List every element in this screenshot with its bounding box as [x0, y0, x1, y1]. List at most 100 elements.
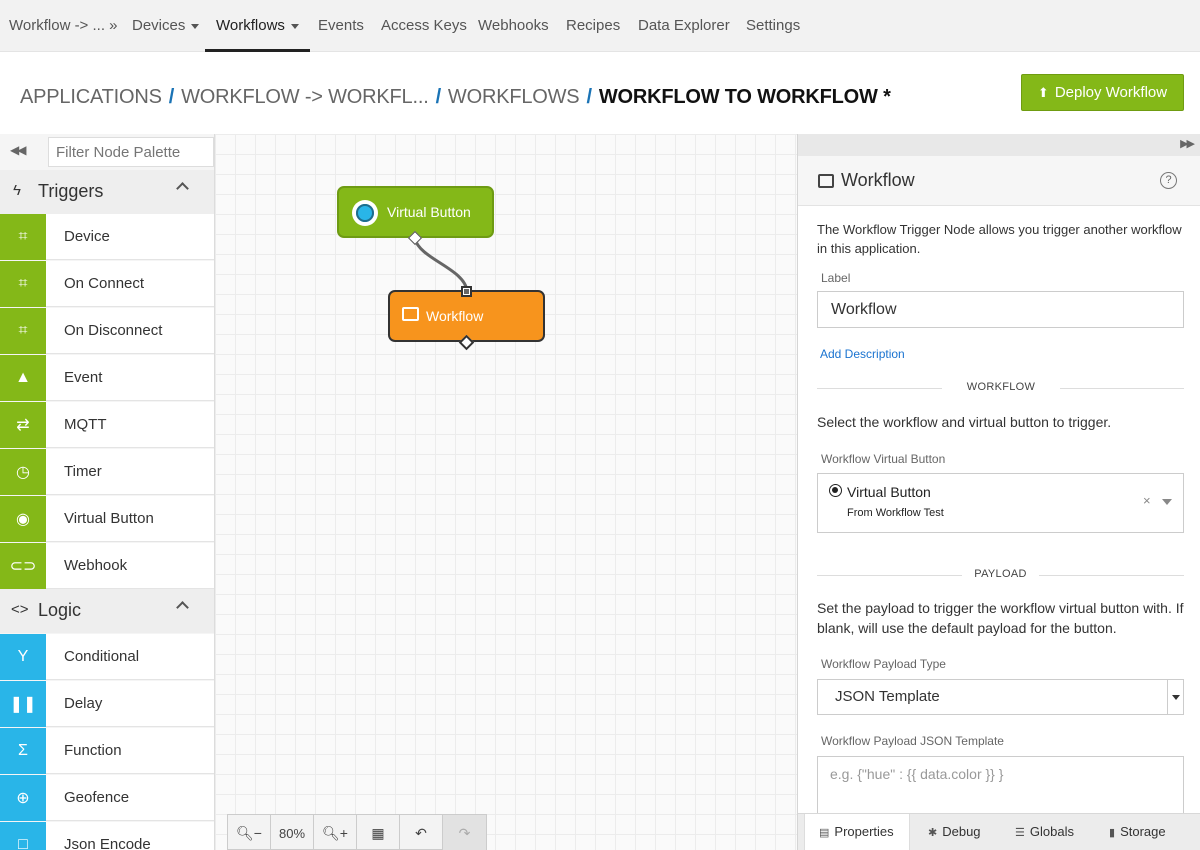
- tab-storage[interactable]: ▮ Storage: [1109, 814, 1166, 850]
- undo-icon[interactable]: ↶: [400, 815, 443, 850]
- palette-item-label: MQTT: [64, 416, 107, 433]
- canvas-toolbar: 🔍︎− 80% 🔍︎+ ▦ ↶ ↷: [227, 814, 487, 850]
- palette-item-label: Geofence: [64, 789, 130, 806]
- nav-item-recipes[interactable]: Recipes: [566, 0, 620, 52]
- palette-item-delay[interactable]: ❚❚ Delay: [0, 681, 214, 727]
- box-icon: □: [0, 822, 46, 850]
- chip-icon: ⌗: [0, 308, 46, 354]
- node-label: Virtual Button: [387, 204, 471, 220]
- grid-icon[interactable]: ▦: [357, 815, 400, 850]
- workflow-canvas[interactable]: Virtual Button Workflow 🔍︎− 80% 🔍︎+ ▦ ↶ …: [215, 134, 797, 850]
- section-title: Logic: [38, 600, 82, 620]
- nav-item-events[interactable]: Events: [318, 0, 364, 52]
- connection-layer: [413, 238, 469, 292]
- tab-properties[interactable]: ▤ Properties: [804, 814, 910, 850]
- upload-icon: ⬆: [1037, 85, 1049, 100]
- chevron-down-icon[interactable]: [1162, 499, 1172, 505]
- tab-label: Globals: [1029, 824, 1074, 839]
- caret-down-icon: [191, 23, 200, 29]
- chevron-up-icon: [176, 601, 189, 614]
- payload-type-field-label: Workflow Payload Type: [821, 657, 946, 671]
- palette-item-on-connect[interactable]: ⌗ On Connect: [0, 261, 214, 307]
- panel-header: Workflow ?: [798, 156, 1200, 206]
- palette-item-timer[interactable]: ◷ Timer: [0, 449, 214, 495]
- section-title: Triggers: [38, 181, 104, 201]
- palette-item-event[interactable]: ▲ Event: [0, 355, 214, 401]
- palette-item-json-encode[interactable]: □ Json Encode: [0, 822, 214, 850]
- add-description-link[interactable]: Add Description: [820, 347, 905, 361]
- breadcrumb-separator: /: [435, 86, 442, 108]
- expand-panel-icon[interactable]: ▶▶: [1180, 137, 1195, 150]
- breadcrumb-application[interactable]: WORKFLOW -> WORKFL...: [181, 86, 429, 108]
- deploy-workflow-button[interactable]: ⬆ Deploy Workflow: [1021, 74, 1184, 111]
- top-nav: Workflow -> ... » Devices Workflows Even…: [0, 0, 1200, 52]
- input-port[interactable]: [461, 286, 472, 297]
- nav-item-webhooks[interactable]: Webhooks: [478, 0, 549, 52]
- palette-item-mqtt[interactable]: ⇄ MQTT: [0, 402, 214, 448]
- radio-dot-icon: ◉: [0, 496, 46, 542]
- palette-item-label: Device: [64, 228, 110, 245]
- node-palette: ◀◀ ϟ Triggers ⌗ Device ⌗ On Connect ⌗ On Di…: [0, 134, 215, 850]
- palette-item-device[interactable]: ⌗ Device: [0, 214, 214, 260]
- section-triggers[interactable]: ϟ Triggers: [0, 170, 214, 214]
- palette-item-geofence[interactable]: ⊕ Geofence: [0, 775, 214, 821]
- selected-workflow-name: From Workflow Test: [847, 507, 944, 519]
- palette-item-label: Webhook: [64, 557, 128, 574]
- page-header: APPLICATIONS / WORKFLOW -> WORKFL... / WORKF…: [0, 52, 1200, 134]
- palette-item-conditional[interactable]: Y Conditional: [0, 634, 214, 680]
- properties-panel: ▶▶ Workflow ? The Workflow Trigger Node …: [797, 134, 1200, 850]
- breadcrumb-applications[interactable]: APPLICATIONS: [20, 86, 162, 108]
- palette-item-on-disconnect[interactable]: ⌗ On Disconnect: [0, 308, 214, 354]
- workflow-enter-icon: [402, 307, 419, 321]
- help-icon[interactable]: ?: [1160, 172, 1177, 189]
- breadcrumb-separator: /: [168, 86, 175, 108]
- label-field-label: Label: [821, 271, 851, 285]
- virtual-button-field-label: Workflow Virtual Button: [821, 452, 946, 466]
- label-input[interactable]: Workflow: [817, 291, 1184, 328]
- filter-node-palette-input[interactable]: [48, 137, 214, 167]
- nav-item-access-keys[interactable]: Access Keys: [381, 0, 467, 52]
- link-icon: ⊂⊃: [0, 543, 46, 589]
- zoom-out-icon[interactable]: 🔍︎−: [228, 815, 271, 850]
- nav-item-settings[interactable]: Settings: [746, 0, 800, 52]
- tab-globals[interactable]: ☰ Globals: [1015, 814, 1074, 850]
- nav-item-application[interactable]: Workflow -> ... »: [9, 0, 118, 52]
- virtual-button-select[interactable]: Virtual Button From Workflow Test ×: [817, 473, 1184, 533]
- section-logic[interactable]: <> Logic: [0, 589, 214, 633]
- warning-icon: ▲: [0, 355, 46, 401]
- palette-item-label: Conditional: [64, 648, 140, 665]
- palette-item-label: Function: [64, 742, 122, 759]
- palette-item-webhook[interactable]: ⊂⊃ Webhook: [0, 543, 214, 589]
- payload-template-input[interactable]: e.g. {"hue" : {{ data.color }} }: [817, 756, 1184, 816]
- nav-item-data-explorer[interactable]: Data Explorer: [638, 0, 730, 52]
- chip-icon: ⌗: [0, 261, 46, 307]
- tab-debug[interactable]: ✱ Debug: [928, 814, 981, 850]
- radio-dot-icon: [352, 200, 378, 226]
- palette-item-function[interactable]: Σ Function: [0, 728, 214, 774]
- workflow-enter-icon: [818, 174, 834, 188]
- palette-item-virtual-button[interactable]: ◉ Virtual Button: [0, 496, 214, 542]
- node-virtual-button[interactable]: Virtual Button: [337, 186, 494, 238]
- nav-item-workflows[interactable]: Workflows: [205, 0, 310, 52]
- zoom-in-icon[interactable]: 🔍︎+: [314, 815, 357, 850]
- panel-title: Workflow: [841, 170, 915, 190]
- panel-tabs: ▤ Properties ✱ Debug ☰ Globals ▮ Storage: [798, 813, 1200, 850]
- palette-item-label: Delay: [64, 695, 103, 712]
- palette-item-label: Timer: [64, 463, 102, 480]
- clear-selection-icon[interactable]: ×: [1143, 493, 1151, 508]
- database-icon: ▮: [1109, 827, 1116, 839]
- branch-icon: Y: [0, 634, 46, 680]
- palette-item-label: Json Encode: [64, 836, 151, 850]
- breadcrumb-workflows[interactable]: WORKFLOWS: [448, 86, 580, 108]
- nav-item-devices[interactable]: Devices: [132, 0, 200, 52]
- payload-type-select[interactable]: JSON Template: [817, 679, 1184, 715]
- pause-icon: ❚❚: [0, 681, 46, 727]
- collapse-palette-icon[interactable]: ◀◀: [10, 143, 27, 157]
- connector-wire[interactable]: [413, 238, 469, 292]
- bug-icon: ✱: [928, 827, 938, 839]
- palette-item-label: On Connect: [64, 275, 145, 292]
- breadcrumb: APPLICATIONS / WORKFLOW -> WORKFL... / WORKF…: [20, 86, 891, 109]
- document-icon: ▤: [819, 827, 830, 839]
- payload-divider: PAYLOAD: [817, 568, 1184, 580]
- redo-icon[interactable]: ↷: [443, 815, 486, 850]
